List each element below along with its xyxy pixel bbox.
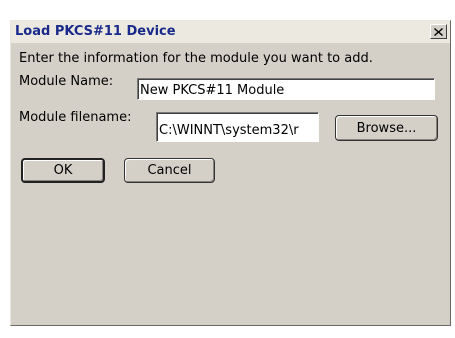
window-title: Load PKCS#11 Device	[15, 24, 176, 39]
browse-button[interactable]: Browse...	[335, 115, 438, 141]
close-button[interactable]	[430, 24, 447, 39]
cancel-button[interactable]: Cancel	[124, 158, 215, 183]
load-pkcs11-dialog: Load PKCS#11 Device Enter the informatio…	[10, 20, 451, 326]
module-filename-input[interactable]	[156, 112, 319, 142]
instructions-text: Enter the information for the module you…	[19, 51, 373, 66]
module-name-input[interactable]	[137, 78, 435, 100]
ok-button[interactable]: OK	[21, 158, 105, 183]
module-name-label: Module Name:	[19, 74, 114, 89]
module-filename-label: Module filename:	[19, 110, 132, 125]
title-bar[interactable]: Load PKCS#11 Device	[11, 21, 450, 43]
close-icon	[434, 27, 443, 36]
